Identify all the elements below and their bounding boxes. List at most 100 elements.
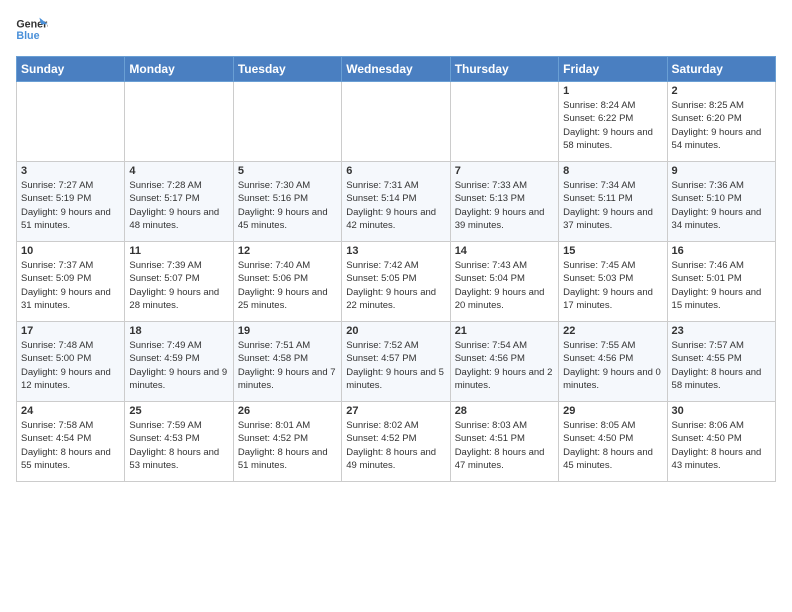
cell-content-line: Sunrise: 7:39 AM [129,259,228,272]
cell-content-line: Sunrise: 7:36 AM [672,179,771,192]
calendar-cell: 16Sunrise: 7:46 AMSunset: 5:01 PMDayligh… [667,242,775,322]
calendar-cell: 29Sunrise: 8:05 AMSunset: 4:50 PMDayligh… [559,402,667,482]
cell-content-line: Daylight: 9 hours and 58 minutes. [563,126,662,153]
cell-content-line: Daylight: 9 hours and 45 minutes. [238,206,337,233]
cell-content-line: Daylight: 8 hours and 49 minutes. [346,446,445,473]
calendar-cell: 23Sunrise: 7:57 AMSunset: 4:55 PMDayligh… [667,322,775,402]
day-number: 27 [346,405,445,417]
calendar-cell: 3Sunrise: 7:27 AMSunset: 5:19 PMDaylight… [17,162,125,242]
cell-content-line: Daylight: 9 hours and 25 minutes. [238,286,337,313]
calendar-cell: 6 Sunrise: 7:31 AMSunset: 5:14 PMDaylight… [342,162,450,242]
calendar-cell: 30 Sunrise: 8:06 AMSunset: 4:50 PMDayligh… [667,402,775,482]
cell-content-line: Daylight: 8 hours and 55 minutes. [21,446,120,473]
cell-content-line: Sunset: 5:04 PM [455,272,554,285]
cell-content-line: Sunrise: 7:45 AM [563,259,662,272]
calendar-cell: 10Sunrise: 7:37 AMSunset: 5:09 PMDayligh… [17,242,125,322]
cell-content-line: Daylight: 9 hours and 37 minutes. [563,206,662,233]
calendar-table: SundayMondayTuesdayWednesdayThursdayFrid… [16,56,776,482]
cell-content-line: Sunset: 4:51 PM [455,432,554,445]
weekday-header-monday: Monday [125,57,233,82]
cell-content-line: Sunset: 5:16 PM [238,192,337,205]
day-number: 29 [563,405,662,417]
cell-content-line: Sunrise: 7:55 AM [563,339,662,352]
calendar-week-row: 24Sunrise: 7:58 AMSunset: 4:54 PMDayligh… [17,402,776,482]
cell-content-line: Sunrise: 7:27 AM [21,179,120,192]
calendar-cell: 11Sunrise: 7:39 AMSunset: 5:07 PMDayligh… [125,242,233,322]
calendar-week-row: 17Sunrise: 7:48 AMSunset: 5:00 PMDayligh… [17,322,776,402]
cell-content-line: Sunrise: 7:58 AM [21,419,120,432]
calendar-cell: 1Sunrise: 8:24 AMSunset: 6:22 PMDaylight… [559,82,667,162]
cell-content-line: Sunset: 4:58 PM [238,352,337,365]
cell-content-line: Sunrise: 7:34 AM [563,179,662,192]
cell-content-line: Daylight: 9 hours and 54 minutes. [672,126,771,153]
calendar-body: 1Sunrise: 8:24 AMSunset: 6:22 PMDaylight… [17,82,776,482]
cell-content-line: Daylight: 9 hours and 42 minutes. [346,206,445,233]
cell-content-line: Daylight: 9 hours and 2 minutes. [455,366,554,393]
calendar-cell: 20Sunrise: 7:52 AMSunset: 4:57 PMDayligh… [342,322,450,402]
cell-content-line: Sunrise: 8:25 AM [672,99,771,112]
cell-content-line: Daylight: 9 hours and 31 minutes. [21,286,120,313]
cell-content-line: Sunrise: 7:54 AM [455,339,554,352]
day-number: 12 [238,245,337,257]
calendar-cell: 14Sunrise: 7:43 AMSunset: 5:04 PMDayligh… [450,242,558,322]
calendar-cell: 28 Sunrise: 8:03 AMSunset: 4:51 PMDayligh… [450,402,558,482]
cell-content-line: Sunset: 4:59 PM [129,352,228,365]
calendar-cell: 7Sunrise: 7:33 AMSunset: 5:13 PMDaylight… [450,162,558,242]
cell-content-line: Sunset: 5:00 PM [21,352,120,365]
calendar-cell: 4Sunrise: 7:28 AMSunset: 5:17 PMDaylight… [125,162,233,242]
cell-content-line: Daylight: 9 hours and 20 minutes. [455,286,554,313]
cell-content-line: Daylight: 8 hours and 43 minutes. [672,446,771,473]
calendar-header: SundayMondayTuesdayWednesdayThursdayFrid… [17,57,776,82]
cell-content-line: Daylight: 9 hours and 15 minutes. [672,286,771,313]
cell-content-line: Sunrise: 8:24 AM [563,99,662,112]
cell-content-line: Sunrise: 7:31 AM [346,179,445,192]
day-number: 16 [672,245,771,257]
calendar-cell: 8Sunrise: 7:34 AMSunset: 5:11 PMDaylight… [559,162,667,242]
day-number: 20 [346,325,445,337]
weekday-header-row: SundayMondayTuesdayWednesdayThursdayFrid… [17,57,776,82]
cell-content-line: Daylight: 9 hours and 28 minutes. [129,286,228,313]
cell-content-line: Daylight: 9 hours and 51 minutes. [21,206,120,233]
day-number: 9 [672,165,771,177]
logo-icon: General Blue [16,16,48,44]
cell-content-line: Sunset: 6:22 PM [563,112,662,125]
day-number: 22 [563,325,662,337]
day-number: 21 [455,325,554,337]
cell-content-line: Sunset: 5:19 PM [21,192,120,205]
day-number: 23 [672,325,771,337]
calendar-cell: 9Sunrise: 7:36 AMSunset: 5:10 PMDaylight… [667,162,775,242]
calendar-cell: 22Sunrise: 7:55 AMSunset: 4:56 PMDayligh… [559,322,667,402]
cell-content-line: Daylight: 8 hours and 58 minutes. [672,366,771,393]
day-number: 6 [346,165,445,177]
cell-content-line: Sunrise: 8:01 AM [238,419,337,432]
cell-content-line: Sunrise: 8:06 AM [672,419,771,432]
cell-content-line: Sunset: 5:05 PM [346,272,445,285]
cell-content-line: Daylight: 9 hours and 17 minutes. [563,286,662,313]
cell-content-line: Sunset: 4:57 PM [346,352,445,365]
cell-content-line: Sunrise: 8:03 AM [455,419,554,432]
cell-content-line: Sunrise: 7:42 AM [346,259,445,272]
calendar-cell [125,82,233,162]
calendar-week-row: 3Sunrise: 7:27 AMSunset: 5:19 PMDaylight… [17,162,776,242]
cell-content-line: Sunrise: 7:51 AM [238,339,337,352]
day-number: 2 [672,85,771,97]
day-number: 28 [455,405,554,417]
cell-content-line: Sunset: 5:06 PM [238,272,337,285]
calendar-week-row: 1Sunrise: 8:24 AMSunset: 6:22 PMDaylight… [17,82,776,162]
cell-content-line: Daylight: 8 hours and 51 minutes. [238,446,337,473]
day-number: 7 [455,165,554,177]
weekday-header-tuesday: Tuesday [233,57,341,82]
cell-content-line: Sunset: 6:20 PM [672,112,771,125]
day-number: 4 [129,165,228,177]
cell-content-line: Daylight: 8 hours and 47 minutes. [455,446,554,473]
day-number: 30 [672,405,771,417]
cell-content-line: Sunset: 4:50 PM [672,432,771,445]
day-number: 10 [21,245,120,257]
calendar-cell: 17Sunrise: 7:48 AMSunset: 5:00 PMDayligh… [17,322,125,402]
cell-content-line: Sunset: 5:14 PM [346,192,445,205]
cell-content-line: Sunrise: 7:28 AM [129,179,228,192]
day-number: 25 [129,405,228,417]
calendar-cell: 21Sunrise: 7:54 AMSunset: 4:56 PMDayligh… [450,322,558,402]
cell-content-line: Daylight: 9 hours and 34 minutes. [672,206,771,233]
cell-content-line: Sunrise: 8:05 AM [563,419,662,432]
